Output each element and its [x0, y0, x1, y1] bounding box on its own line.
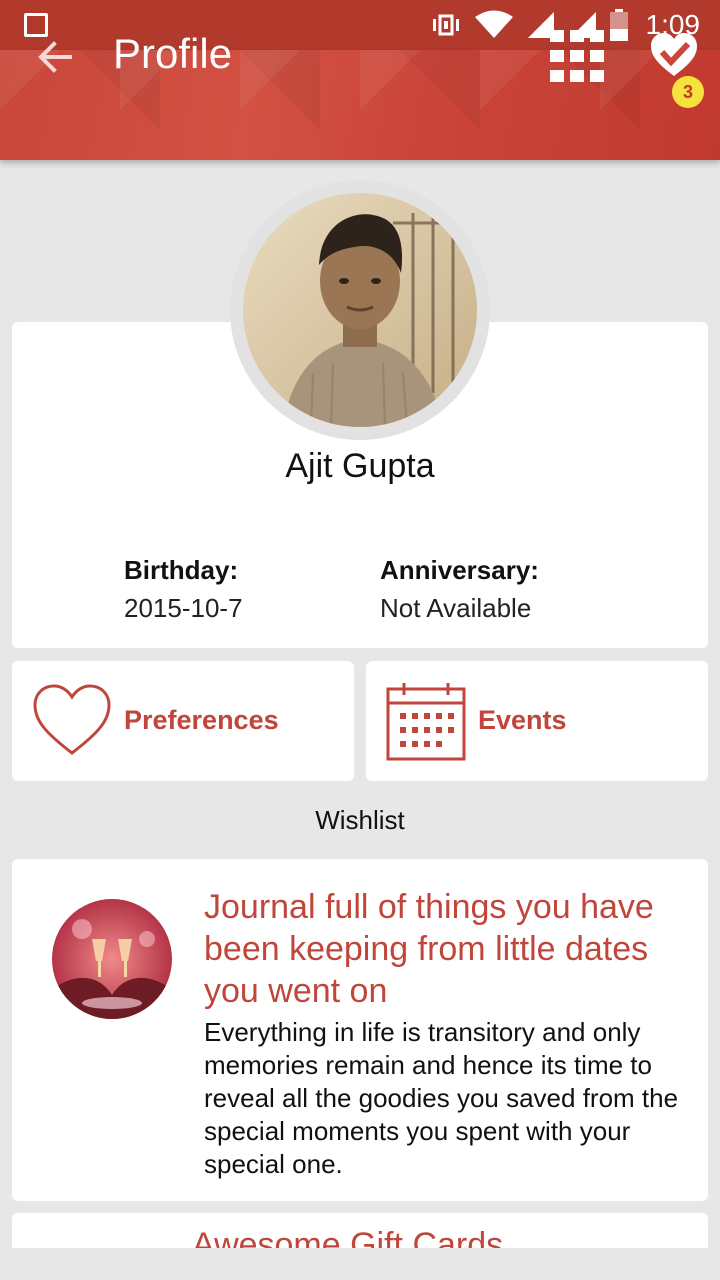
preferences-card[interactable]: Preferences — [12, 661, 354, 781]
page-title: Profile — [113, 30, 233, 77]
calendar-icon — [386, 683, 466, 761]
anniversary-value: Not Available — [380, 593, 532, 623]
wishlist-title: Wishlist — [315, 805, 405, 835]
preferences-label: Preferences — [124, 705, 279, 735]
wishlist-item-image — [52, 899, 172, 1019]
notification-square-icon — [24, 13, 48, 37]
wishlist-item-title: Journal full of things you have been kee… — [204, 888, 654, 1010]
events-card[interactable]: Events — [366, 661, 708, 781]
vibrate-icon — [432, 14, 459, 36]
wifi-icon — [474, 10, 513, 38]
status-bar: 1:09 — [0, 0, 720, 50]
wishlist-item-description: Everything in life is transitory and onl… — [204, 1017, 679, 1179]
app-bar — [0, 50, 720, 160]
notification-badge: 3 — [672, 76, 704, 108]
birthday-value: 2015-10-7 — [124, 593, 243, 623]
events-label: Events — [478, 705, 567, 735]
user-name: Ajit Gupta — [285, 447, 435, 485]
apps-grid-icon[interactable] — [550, 30, 604, 84]
anniversary-label: Anniversary: — [380, 555, 539, 585]
avatar[interactable] — [243, 193, 477, 427]
heart-check-icon[interactable] — [648, 30, 700, 82]
battery-icon — [609, 9, 628, 41]
birthday-label: Birthday: — [124, 555, 239, 585]
bottom-fade — [0, 1248, 720, 1280]
heart-outline-icon — [33, 684, 111, 755]
arrow-left-icon[interactable] — [34, 35, 78, 79]
